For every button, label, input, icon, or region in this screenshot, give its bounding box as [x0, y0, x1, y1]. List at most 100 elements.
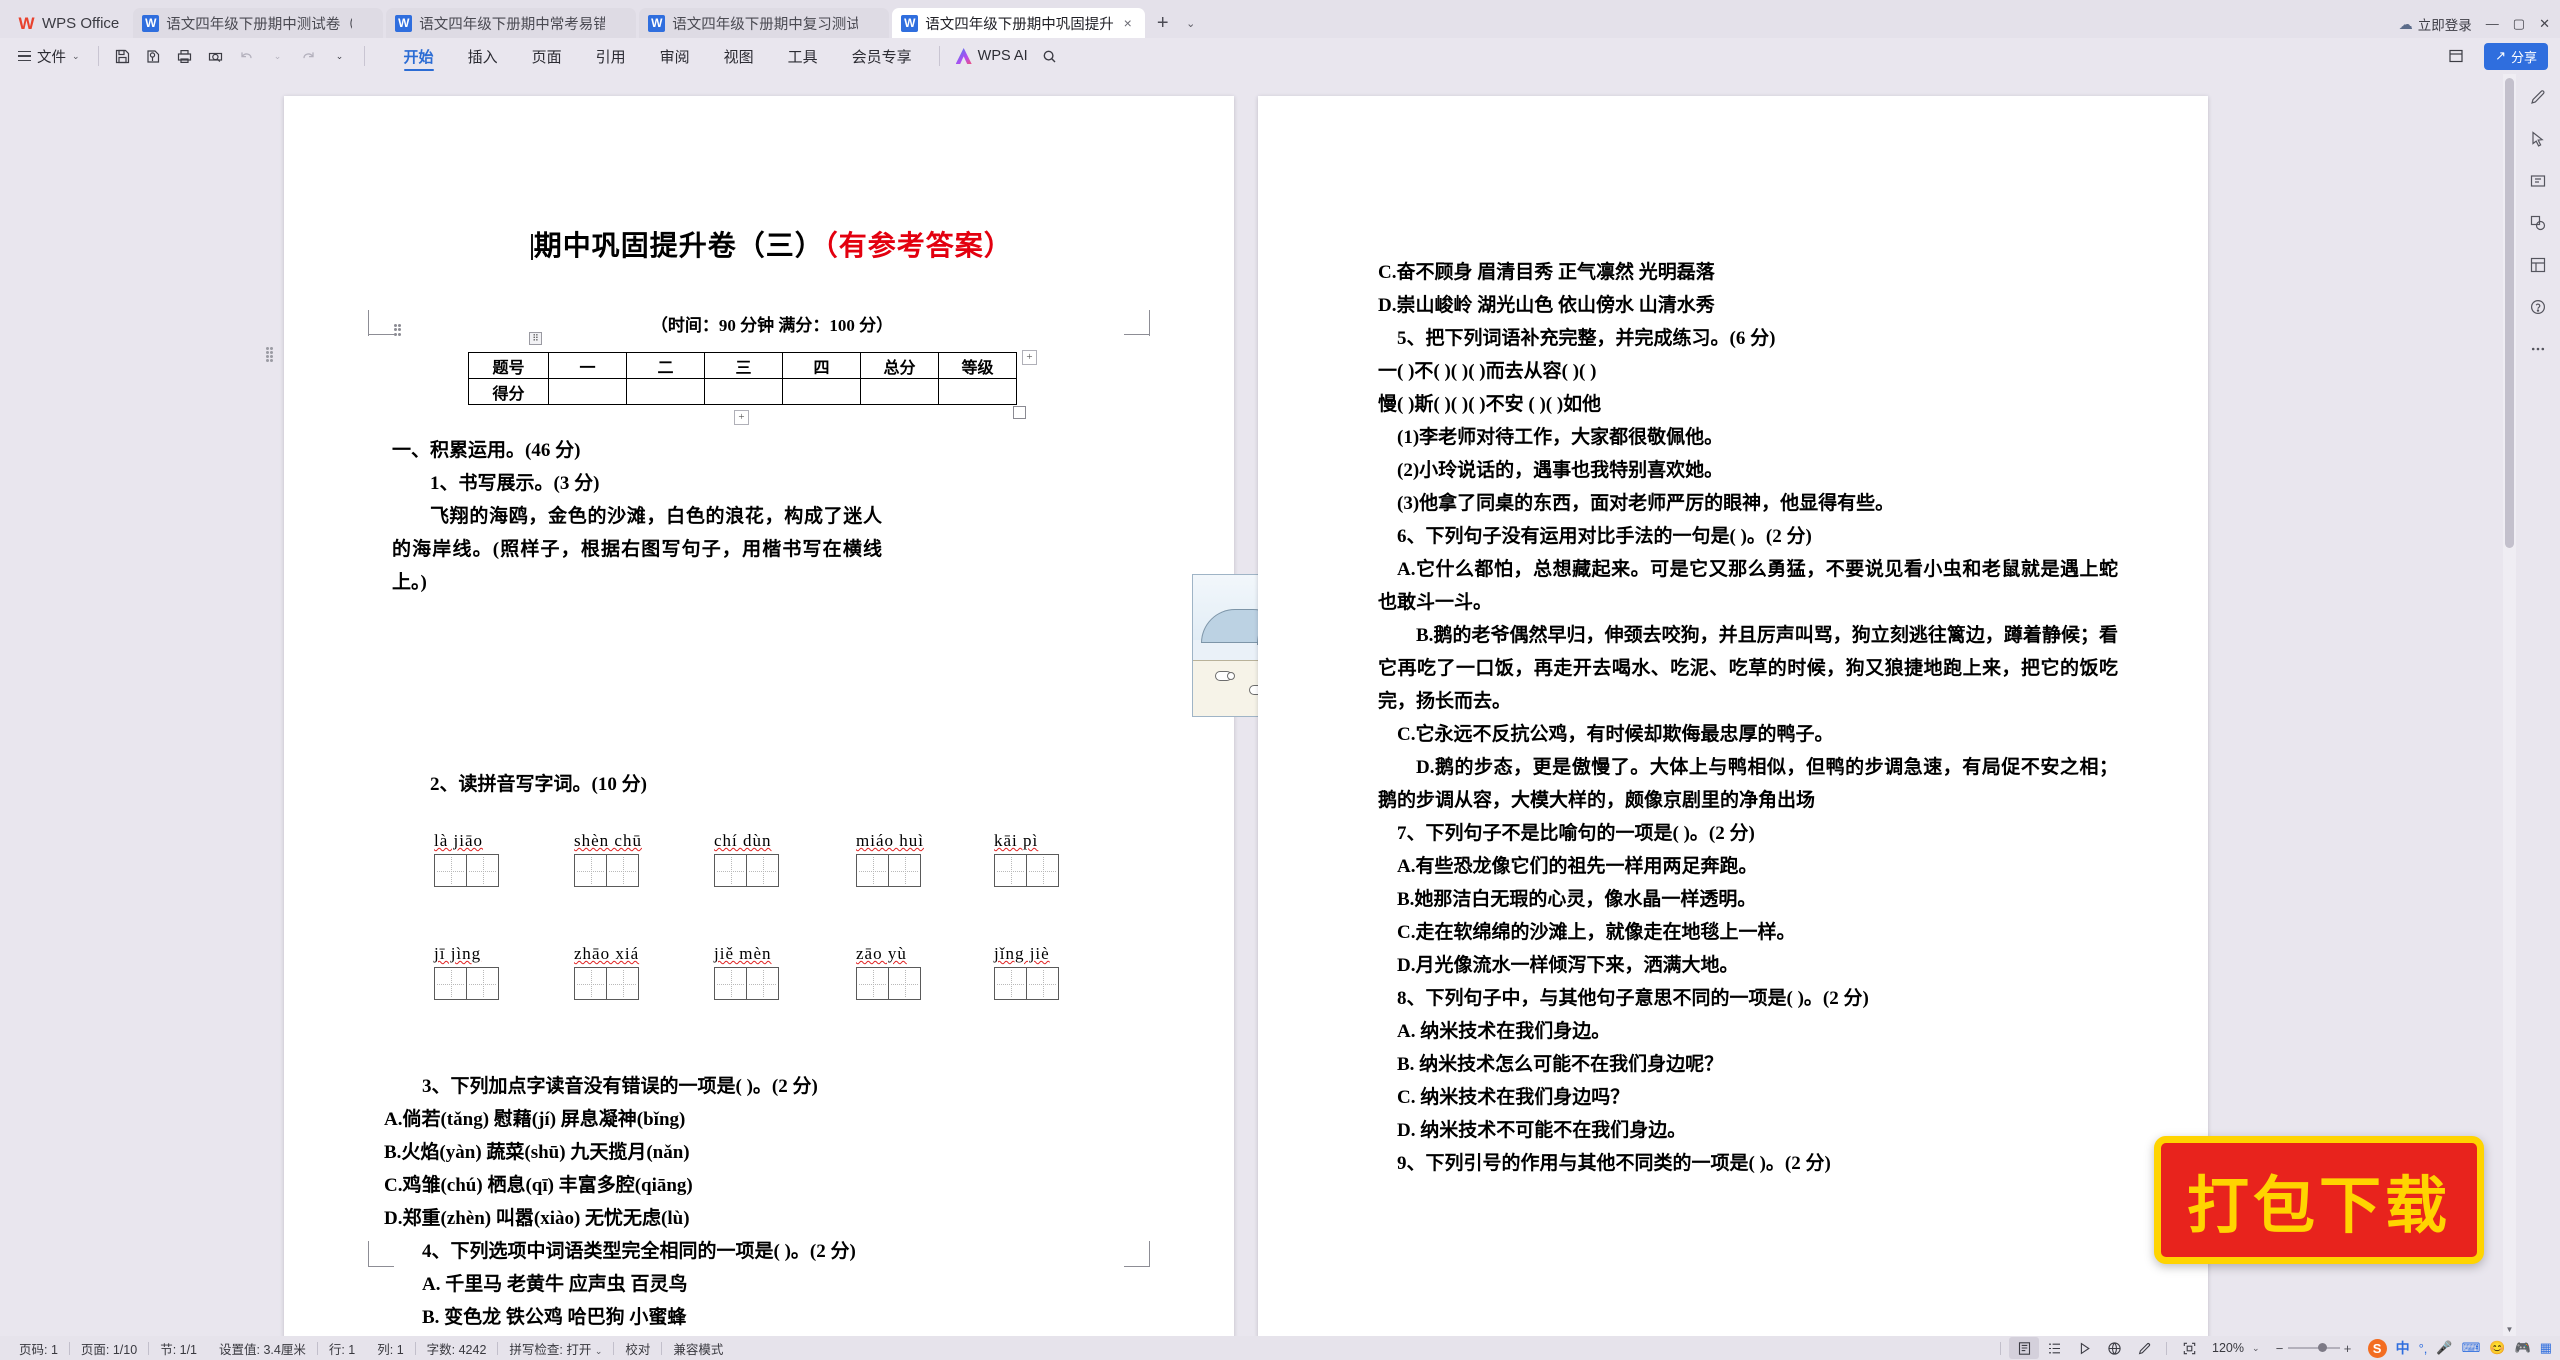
table-cell[interactable]: 等级 — [938, 352, 1017, 379]
document-page-2[interactable]: C.奋不顾身 眉清目秀 正气凛然 光明磊落 D.崇山峻岭 湖光山色 依山傍水 山… — [1258, 96, 2208, 1336]
layout-icon[interactable] — [2525, 252, 2551, 278]
sogou-icon[interactable]: S — [2367, 1338, 2387, 1358]
apps-icon[interactable]: ▦ — [2540, 1340, 2552, 1356]
table-cell[interactable] — [782, 378, 861, 405]
minimize-button[interactable]: — — [2486, 16, 2499, 32]
keyboard-icon[interactable]: ⌨ — [2462, 1340, 2481, 1356]
writing-grid[interactable] — [574, 854, 642, 887]
game-icon[interactable]: 🎮 — [2515, 1340, 2531, 1356]
tab-list-caret-icon[interactable]: ⌄ — [1178, 8, 1204, 38]
vertical-scrollbar[interactable]: ▲ ▼ — [2503, 74, 2516, 1336]
writing-grid[interactable] — [714, 967, 779, 1000]
table-cell[interactable]: 总分 — [860, 352, 939, 379]
text-box-icon[interactable] — [2525, 168, 2551, 194]
pen-edit-icon[interactable] — [2525, 84, 2551, 110]
ribbon-tab-reference[interactable]: 引用 — [579, 39, 643, 73]
document-tab-4-active[interactable]: W 语文四年级下册期中巩固提升 × — [892, 8, 1145, 38]
shape-icon[interactable] — [2525, 210, 2551, 236]
outline-view-icon[interactable] — [2039, 1337, 2069, 1359]
share-button[interactable]: ↗ 分享 — [2484, 42, 2548, 70]
search-icon[interactable] — [1036, 43, 1064, 69]
table-cell[interactable] — [860, 378, 939, 405]
undo-caret-icon[interactable]: ⌄ — [264, 43, 292, 69]
emoji-icon[interactable]: 😊 — [2489, 1340, 2505, 1356]
document-tab-3[interactable]: W 语文四年级下册期中复习测试卷 × — [639, 8, 890, 38]
zoom-knob[interactable] — [2317, 1343, 2327, 1352]
score-table[interactable]: 题号 一 二 三 四 总分 等级 得分 — [468, 352, 1017, 405]
help-circle-icon[interactable] — [2525, 294, 2551, 320]
status-spellcheck[interactable]: 拼写检查: 打开 ⌄ — [498, 1339, 613, 1358]
save-as-icon[interactable] — [140, 43, 168, 69]
status-word-count[interactable]: 字数: 4242 — [416, 1339, 498, 1358]
writing-grid[interactable] — [994, 854, 1059, 887]
writing-grid[interactable] — [856, 854, 924, 887]
more-dots-icon[interactable] — [2525, 336, 2551, 362]
new-tab-button[interactable]: + — [1148, 8, 1178, 38]
writing-grid[interactable] — [714, 854, 779, 887]
status-section[interactable]: 节: 1/1 — [149, 1339, 208, 1358]
ribbon-tab-page[interactable]: 页面 — [515, 39, 579, 73]
cursor-select-icon[interactable] — [2525, 126, 2551, 152]
save-icon[interactable] — [109, 43, 137, 69]
table-cell[interactable] — [548, 378, 627, 405]
ime-cn-icon[interactable]: 中 — [2396, 1338, 2410, 1358]
scroll-down-arrow-icon[interactable]: ▼ — [2503, 1323, 2516, 1336]
zoom-slider[interactable]: − + — [2268, 1341, 2360, 1356]
ribbon-tab-review[interactable]: 审阅 — [643, 39, 707, 73]
mic-icon[interactable]: 🎤 — [2436, 1340, 2452, 1356]
customize-caret-icon[interactable]: ⌄ — [326, 43, 354, 69]
collapse-ribbon-icon[interactable] — [2442, 43, 2470, 69]
ime-punct-icon[interactable]: °, — [2419, 1341, 2428, 1356]
table-move-handle[interactable] — [394, 324, 401, 336]
print-icon[interactable] — [171, 43, 199, 69]
ribbon-tab-member[interactable]: 会员专享 — [835, 39, 929, 73]
table-cell[interactable]: 四 — [782, 352, 861, 379]
zoom-out-button[interactable]: − — [2272, 1341, 2288, 1356]
writing-grid[interactable] — [434, 854, 499, 887]
zoom-track[interactable] — [2287, 1343, 2340, 1352]
page-view-icon[interactable] — [2009, 1337, 2040, 1359]
table-resize-handle[interactable] — [1013, 406, 1026, 419]
play-view-icon[interactable] — [2069, 1337, 2099, 1359]
writing-grid[interactable] — [994, 967, 1059, 1000]
document-tab-1[interactable]: W 语文四年级下册期中测试卷（含答案 × — [133, 8, 384, 38]
file-menu-button[interactable]: 文件 ⌄ — [10, 46, 88, 67]
undo-icon[interactable] — [233, 43, 261, 69]
close-window-button[interactable]: ✕ — [2539, 16, 2550, 32]
login-button[interactable]: ☁ 立即登录 — [2399, 14, 2472, 34]
scrollbar-thumb[interactable] — [2505, 78, 2514, 548]
writing-grid[interactable] — [434, 967, 499, 1000]
table-cell[interactable]: 题号 — [468, 352, 549, 379]
writing-grid[interactable] — [856, 967, 921, 1000]
table-select-grip[interactable]: ⠿ — [529, 332, 542, 345]
print-preview-icon[interactable] — [202, 43, 230, 69]
zoom-caret-icon[interactable]: ⌄ — [2252, 1343, 2268, 1354]
close-icon[interactable]: × — [1121, 16, 1135, 30]
table-cell[interactable] — [626, 378, 705, 405]
document-page-1[interactable]: 期中巩固提升卷（三）（有参考答案） （时间：90 分钟 满分：100 分） 题号 — [284, 96, 1412, 1336]
status-column[interactable]: 列: 1 — [366, 1339, 414, 1358]
status-row[interactable]: 行: 1 — [318, 1339, 366, 1358]
table-cell[interactable]: 得分 — [468, 378, 549, 405]
redo-icon[interactable] — [295, 43, 323, 69]
status-setting-value[interactable]: 设置值: 3.4厘米 — [208, 1339, 317, 1358]
status-page-number[interactable]: 页码: 1 — [8, 1339, 69, 1358]
fullscreen-icon[interactable] — [2174, 1337, 2204, 1359]
status-proofread[interactable]: 校对 — [614, 1339, 661, 1358]
document-tab-2[interactable]: W 语文四年级下册期中常考易错真题检测 × — [386, 8, 637, 38]
maximize-button[interactable]: ▢ — [2513, 16, 2525, 32]
status-compat-mode[interactable]: 兼容模式 — [662, 1339, 734, 1358]
table-cell[interactable] — [704, 378, 783, 405]
ribbon-tab-view[interactable]: 视图 — [707, 39, 771, 73]
zoom-level-label[interactable]: 120% — [2204, 1341, 2252, 1355]
writing-grid[interactable] — [574, 967, 639, 1000]
zoom-in-button[interactable]: + — [2340, 1341, 2356, 1356]
writing-mode-icon[interactable] — [2129, 1337, 2159, 1359]
wps-ai-button[interactable]: WPS AI — [950, 48, 1028, 64]
table-cell[interactable] — [938, 378, 1017, 405]
add-row-button[interactable]: + — [734, 410, 749, 425]
document-workspace[interactable]: 期中巩固提升卷（三）（有参考答案） （时间：90 分钟 满分：100 分） 题号 — [0, 74, 2560, 1336]
add-column-button[interactable]: + — [1022, 350, 1037, 365]
ribbon-tab-insert[interactable]: 插入 — [451, 39, 515, 73]
web-view-icon[interactable] — [2099, 1337, 2129, 1359]
